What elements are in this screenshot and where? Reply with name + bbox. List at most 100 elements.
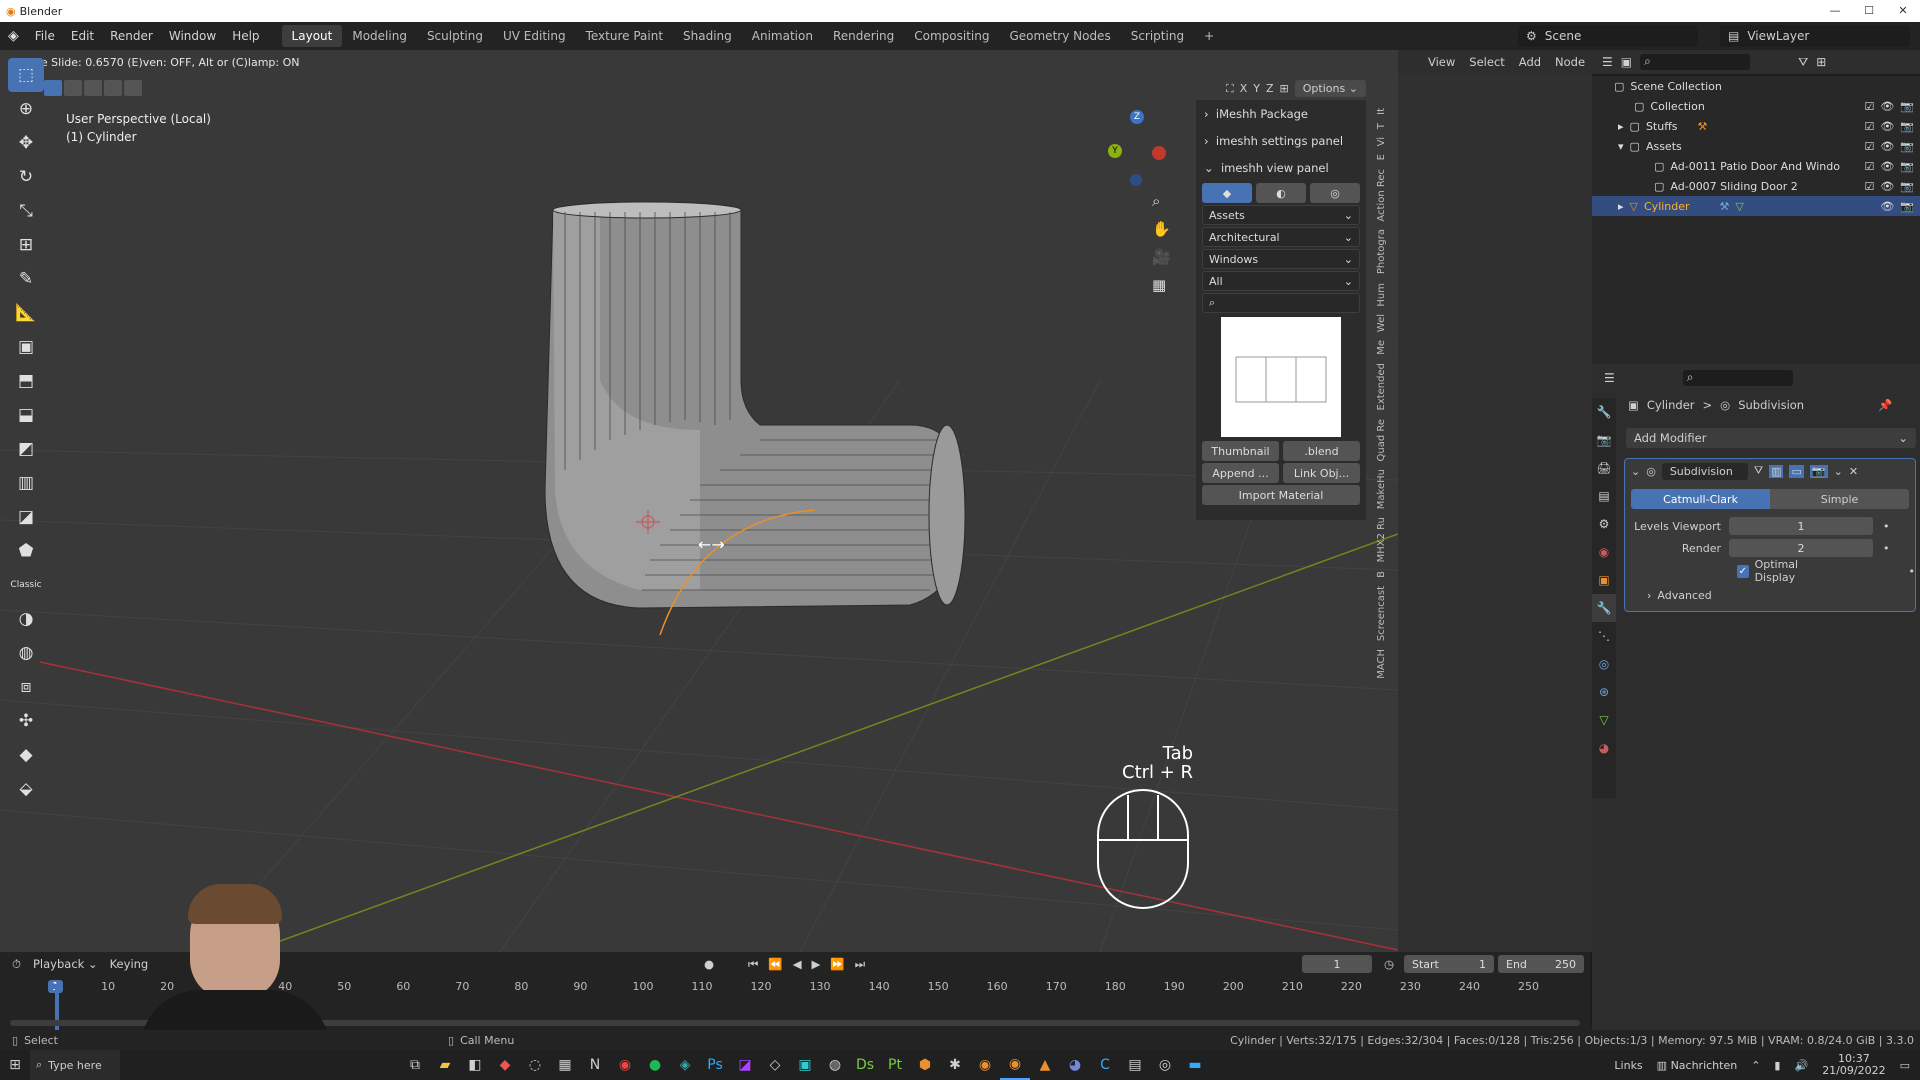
app-icon-1[interactable]: ◆ — [490, 1050, 520, 1080]
tab-texture-paint[interactable]: Texture Paint — [576, 25, 673, 47]
dimension-icon[interactable]: Ds — [850, 1050, 880, 1080]
poly-build-tool[interactable]: ⬟ — [8, 534, 44, 568]
filter-icon[interactable]: ⛛ — [1798, 55, 1808, 70]
mirror-y-toggle[interactable]: Y — [1253, 82, 1260, 95]
app-icon-9[interactable]: ▲ — [1030, 1050, 1060, 1080]
minimize-button[interactable]: — — [1818, 0, 1852, 22]
menu-window[interactable]: Window — [161, 29, 224, 43]
pan-hand-icon[interactable]: ✋ — [1152, 220, 1171, 238]
menu-edit[interactable]: Edit — [63, 29, 102, 43]
tab-quad-re[interactable]: Quad Re — [1376, 415, 1398, 466]
checkbox-icon[interactable]: ☑ — [1864, 180, 1874, 193]
end-frame-field[interactable]: End 250 — [1498, 955, 1584, 973]
asset-thumbnail-preview[interactable] — [1221, 317, 1341, 437]
grid-view-icon[interactable]: ▦ — [1152, 276, 1171, 294]
transform-pivot-icon[interactable]: ⛶ — [1226, 82, 1234, 96]
menu-node[interactable]: Node — [1555, 55, 1585, 69]
hdri-icon[interactable]: ◎ — [1310, 183, 1360, 203]
discord-icon[interactable]: ◕ — [1060, 1050, 1090, 1080]
tab-scripting[interactable]: Scripting — [1121, 25, 1194, 47]
eye-icon[interactable]: 👁 — [1880, 100, 1894, 113]
eye-icon[interactable]: 👁 — [1880, 180, 1894, 193]
outliner-row-assets[interactable]: ▾ ▢ Assets ☑ 👁 📷 — [1592, 136, 1920, 156]
spotify-icon[interactable]: ● — [640, 1050, 670, 1080]
annotate-tool[interactable]: ✎ — [8, 262, 44, 296]
shear-tool[interactable]: ◆ — [8, 738, 44, 772]
camera-render-icon[interactable]: 📷 — [1900, 120, 1914, 133]
checkbox-icon[interactable]: ☑ — [1864, 120, 1874, 133]
3d-viewport[interactable]: ←→ Edge Slide: 0.6570 (E)ven: OFF, Alt o… — [0, 50, 1398, 952]
display-mode-icon[interactable]: ▣ — [1621, 55, 1632, 69]
start-frame-field[interactable]: Start 1 — [1404, 955, 1494, 973]
store-icon[interactable]: ◧ — [460, 1050, 490, 1080]
thumbnail-button[interactable]: Thumbnail — [1202, 441, 1279, 461]
simple-button[interactable]: Simple — [1770, 489, 1909, 509]
calculator-icon[interactable]: ▦ — [550, 1050, 580, 1080]
news-widget[interactable]: ▥ Nachrichten — [1657, 1059, 1738, 1072]
modifier-tab-icon[interactable]: 🔧 — [1592, 594, 1616, 622]
jump-end-icon[interactable]: ⏭ — [855, 957, 865, 972]
section-imeshh-package[interactable]: › iMeshh Package — [1196, 100, 1366, 127]
tab-it[interactable]: It — [1376, 104, 1398, 119]
checkbox-icon[interactable]: ☑ — [1864, 140, 1874, 153]
tab-layout[interactable]: Layout — [281, 25, 343, 47]
current-frame-field[interactable]: 1 — [1302, 955, 1372, 973]
render-tab-icon[interactable]: 📷 — [1592, 426, 1616, 454]
classic-tool[interactable]: Classic — [8, 568, 44, 602]
menu-help[interactable]: Help — [224, 29, 267, 43]
tool-tab-icon[interactable]: 🔧 — [1592, 398, 1616, 426]
menu-view[interactable]: View — [1428, 55, 1455, 69]
materials-icon[interactable]: ◐ — [1256, 183, 1306, 203]
edge-slide-tool[interactable]: ⧈ — [8, 670, 44, 704]
append-button[interactable]: Append ... — [1202, 463, 1279, 483]
chrome-icon[interactable]: ◉ — [610, 1050, 640, 1080]
prev-keyframe-icon[interactable]: ⏪ — [768, 957, 782, 972]
section-imeshh-settings[interactable]: › imeshh settings panel — [1196, 127, 1366, 154]
editor-type-icon[interactable]: ☰ — [1602, 55, 1613, 69]
select-box-tool[interactable]: ⬚ — [8, 58, 44, 92]
photoshop-icon[interactable]: Ps — [700, 1050, 730, 1080]
on-cage-toggle-icon[interactable]: ▥ — [1769, 464, 1784, 478]
knife-tool[interactable]: ◪ — [8, 500, 44, 534]
modifier-name-field[interactable]: Subdivision — [1661, 462, 1748, 480]
render-toggle-icon[interactable]: 📷 — [1809, 464, 1828, 478]
pin-icon[interactable]: 📌 — [1878, 398, 1892, 412]
material-tab-icon[interactable]: ◕ — [1592, 734, 1616, 762]
rotate-tool[interactable]: ↻ — [8, 160, 44, 194]
menu-select[interactable]: Select — [1469, 55, 1504, 69]
extrude-tool[interactable]: ⬒ — [8, 364, 44, 398]
tab-compositing[interactable]: Compositing — [904, 25, 999, 47]
constraints-tab-icon[interactable]: ⊛ — [1592, 678, 1616, 706]
tray-overflow-icon[interactable]: ⌃ — [1751, 1059, 1760, 1072]
gizmo-y-axis[interactable]: Y — [1108, 144, 1122, 158]
app-icon-5[interactable]: ◇ — [760, 1050, 790, 1080]
object-tab-icon[interactable]: ▣ — [1592, 566, 1616, 594]
gizmo-z-axis[interactable]: Z — [1130, 110, 1144, 124]
assets-dropdown[interactable]: Assets ⌄ — [1202, 205, 1360, 225]
tab-hum[interactable]: Hum — [1376, 279, 1398, 311]
select-invert-icon[interactable] — [104, 80, 122, 96]
category-dropdown[interactable]: Architectural ⌄ — [1202, 227, 1360, 247]
zoom-icon[interactable]: ⌕ — [1152, 192, 1171, 210]
new-collection-icon[interactable]: ⊞ — [1816, 55, 1826, 69]
keyframe-dot-icon[interactable]: • — [1909, 565, 1916, 578]
keyframe-dot-icon[interactable]: • — [1883, 542, 1890, 555]
tab-t[interactable]: T — [1376, 119, 1398, 133]
optimal-display-checkbox[interactable]: ✓ — [1737, 564, 1749, 578]
record-icon[interactable]: ● — [704, 957, 714, 971]
app-icon-8[interactable]: ✱ — [940, 1050, 970, 1080]
tab-me[interactable]: Me — [1376, 336, 1398, 360]
jump-start-icon[interactable]: ⏮ — [748, 957, 758, 972]
play-icon[interactable]: ▶ — [812, 957, 821, 972]
select-new-icon[interactable] — [44, 80, 62, 96]
tab-mach[interactable]: MACH — [1376, 645, 1398, 683]
transform-tool[interactable]: ⊞ — [8, 228, 44, 262]
eye-icon[interactable]: 👁 — [1880, 140, 1894, 153]
view-layer-selector[interactable]: ▤ ViewLayer — [1720, 25, 1910, 47]
scene-selector[interactable]: ⚙ Scene — [1518, 25, 1698, 47]
camera-render-icon[interactable]: 📷 — [1900, 160, 1914, 173]
select-extend-icon[interactable] — [64, 80, 82, 96]
tab-b[interactable]: B — [1376, 567, 1398, 582]
app-icon-11[interactable]: ▤ — [1120, 1050, 1150, 1080]
windows-start-icon[interactable]: ⊞ — [0, 1050, 30, 1080]
